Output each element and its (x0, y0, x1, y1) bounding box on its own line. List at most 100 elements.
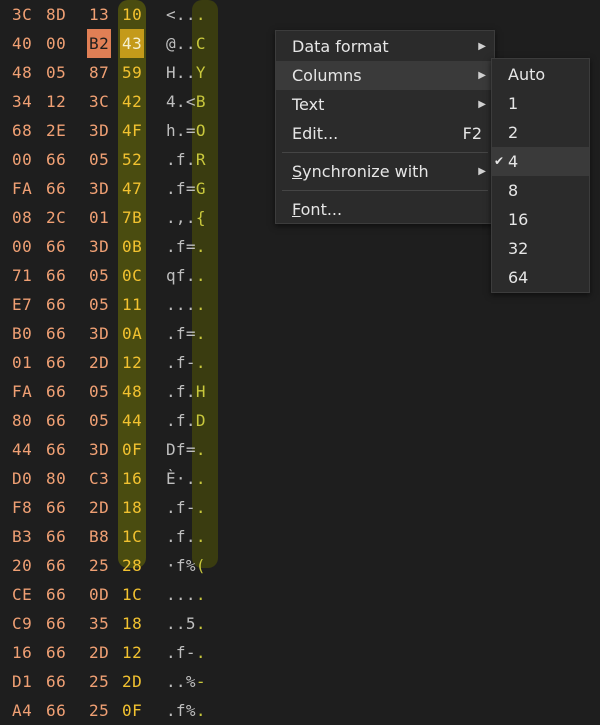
ascii-text[interactable]: .... (166, 290, 206, 319)
hex-byte[interactable]: 05 (89, 406, 109, 435)
ascii-text[interactable]: ..%- (166, 667, 206, 696)
hex-byte[interactable]: 52 (122, 145, 142, 174)
hex-byte[interactable]: 35 (89, 609, 109, 638)
hex-byte[interactable]: FA (12, 174, 32, 203)
hex-byte[interactable]: 66 (46, 493, 66, 522)
hex-byte[interactable]: D1 (12, 667, 32, 696)
hex-byte[interactable]: 16 (122, 464, 142, 493)
hex-byte[interactable]: FA (12, 377, 32, 406)
columns-option-2[interactable]: 2 (492, 118, 589, 147)
hex-byte[interactable]: 00 (46, 29, 66, 58)
hex-byte[interactable]: 2D (89, 638, 109, 667)
hex-byte[interactable]: 3D (89, 116, 109, 145)
hex-byte[interactable]: 1C (122, 522, 142, 551)
columns-option-32[interactable]: 32 (492, 234, 589, 263)
hex-byte[interactable]: 05 (89, 290, 109, 319)
hex-byte[interactable]: 7B (122, 203, 142, 232)
hex-byte[interactable]: 05 (89, 261, 109, 290)
hex-byte[interactable]: 44 (12, 435, 32, 464)
hex-byte[interactable]: 66 (46, 609, 66, 638)
hex-byte[interactable]: 0A (122, 319, 142, 348)
ascii-text[interactable]: .f=. (166, 232, 206, 261)
menu-item-edit[interactable]: Edit... F2 (276, 119, 494, 148)
hex-byte[interactable]: D0 (12, 464, 32, 493)
hex-byte[interactable]: 0C (122, 261, 142, 290)
hex-byte[interactable]: 25 (89, 667, 109, 696)
hex-byte[interactable]: 47 (122, 174, 142, 203)
hex-byte[interactable]: 18 (122, 493, 142, 522)
ascii-text[interactable]: .f.D (166, 406, 206, 435)
hex-byte[interactable]: 01 (12, 348, 32, 377)
hex-byte[interactable]: E7 (12, 290, 32, 319)
hex-byte[interactable]: C3 (89, 464, 109, 493)
hex-byte[interactable]: C9 (12, 609, 32, 638)
hex-byte[interactable]: 3D (89, 174, 109, 203)
ascii-text[interactable]: .f%. (166, 696, 206, 725)
hex-byte[interactable]: 66 (46, 435, 66, 464)
hex-byte[interactable]: 18 (122, 609, 142, 638)
columns-option-auto[interactable]: Auto (492, 60, 589, 89)
hex-byte[interactable]: 05 (89, 377, 109, 406)
hex-byte[interactable]: 1C (122, 580, 142, 609)
ascii-text[interactable]: .f-. (166, 493, 206, 522)
ascii-text[interactable]: .f-. (166, 348, 206, 377)
hex-byte[interactable]: 3D (89, 319, 109, 348)
ascii-text[interactable]: .f=. (166, 319, 206, 348)
hex-byte[interactable]: 80 (46, 464, 66, 493)
hex-byte[interactable]: B3 (12, 522, 32, 551)
ascii-text[interactable]: ·f%( (166, 551, 206, 580)
hex-byte[interactable]: 0F (122, 696, 142, 725)
hex-byte[interactable]: 00 (12, 145, 32, 174)
ascii-text[interactable]: ..5. (166, 609, 206, 638)
menu-item-text[interactable]: Text ▶ (276, 90, 494, 119)
ascii-text[interactable]: qf.. (166, 261, 206, 290)
hex-byte[interactable]: 3D (89, 232, 109, 261)
menu-item-synchronize-with[interactable]: Synchronize with ▶ (276, 157, 494, 186)
hex-byte[interactable]: 66 (46, 580, 66, 609)
columns-option-1[interactable]: 1 (492, 89, 589, 118)
hex-byte[interactable]: 66 (46, 667, 66, 696)
hex-byte[interactable]: 2D (122, 667, 142, 696)
ascii-text[interactable]: .f.R (166, 145, 206, 174)
hex-byte[interactable]: 80 (12, 406, 32, 435)
hex-byte[interactable]: 66 (46, 232, 66, 261)
hex-byte[interactable]: 05 (89, 145, 109, 174)
ascii-text[interactable]: h.=O (166, 116, 206, 145)
columns-option-64[interactable]: 64 (492, 263, 589, 292)
columns-option-16[interactable]: 16 (492, 205, 589, 234)
hex-byte[interactable]: 01 (89, 203, 109, 232)
hex-byte[interactable]: 66 (46, 696, 66, 725)
ascii-text[interactable]: Df=. (166, 435, 206, 464)
hex-byte[interactable]: 0D (89, 580, 109, 609)
ascii-text[interactable]: .,.{ (166, 203, 206, 232)
ascii-text[interactable]: .... (166, 580, 206, 609)
hex-byte[interactable]: 87 (89, 58, 109, 87)
hex-byte[interactable]: 66 (46, 174, 66, 203)
ascii-text[interactable]: .f.. (166, 522, 206, 551)
hex-byte[interactable]: 48 (12, 58, 32, 87)
hex-byte[interactable]: CE (12, 580, 32, 609)
hex-byte[interactable]: 08 (12, 203, 32, 232)
hex-byte[interactable]: 12 (122, 638, 142, 667)
hex-byte[interactable]: 10 (122, 0, 142, 29)
ascii-text[interactable]: @..C (166, 29, 206, 58)
ascii-text[interactable]: <... (166, 0, 206, 29)
hex-byte[interactable]: 66 (46, 348, 66, 377)
hex-byte[interactable]: A4 (12, 696, 32, 725)
hex-byte[interactable]: 8D (46, 0, 66, 29)
menu-item-font[interactable]: Font... (276, 195, 494, 224)
hex-byte[interactable]: 66 (46, 261, 66, 290)
hex-byte[interactable]: 3C (89, 87, 109, 116)
hex-byte[interactable]: B0 (12, 319, 32, 348)
columns-option-4[interactable]: ✔ 4 (492, 147, 589, 176)
ascii-text[interactable]: 4.<B (166, 87, 206, 116)
hex-byte[interactable]: 12 (122, 348, 142, 377)
hex-byte[interactable]: B2 (87, 29, 112, 58)
hex-byte[interactable]: 71 (12, 261, 32, 290)
hex-byte[interactable]: 25 (89, 696, 109, 725)
hex-byte[interactable]: 2C (46, 203, 66, 232)
hex-byte[interactable]: 4F (122, 116, 142, 145)
hex-byte[interactable]: 12 (46, 87, 66, 116)
hex-byte[interactable]: 3C (12, 0, 32, 29)
columns-option-8[interactable]: 8 (492, 176, 589, 205)
